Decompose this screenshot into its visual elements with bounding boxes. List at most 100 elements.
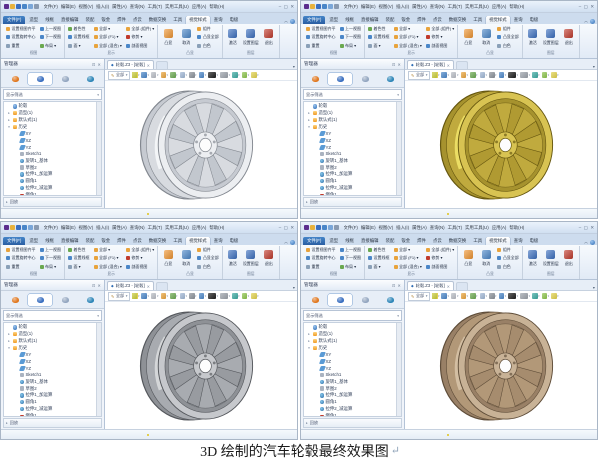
ribbon-button[interactable]: 设置旋转中心 bbox=[4, 254, 38, 262]
model-canvas[interactable] bbox=[405, 81, 597, 208]
window-control-button[interactable]: ✕ bbox=[590, 1, 594, 12]
ribbon-button[interactable]: 退出 bbox=[560, 25, 578, 50]
tree-item[interactable]: XY bbox=[305, 130, 401, 137]
tree-expander-icon[interactable]: ▾ bbox=[307, 346, 311, 350]
menu-item[interactable]: 属性(A) bbox=[412, 222, 427, 233]
tree-item[interactable]: 轮毂 bbox=[305, 324, 401, 331]
tree-item[interactable]: YZ bbox=[5, 365, 101, 372]
manager-tab[interactable] bbox=[78, 294, 102, 306]
tree-item[interactable]: YZ bbox=[5, 144, 101, 151]
viewport-tool[interactable]: ▾ bbox=[470, 293, 478, 299]
ribbon-tab[interactable]: 线框 bbox=[42, 237, 57, 246]
ribbon-tab[interactable]: 造型 bbox=[26, 16, 41, 25]
tree-item[interactable]: ▾ 历史 bbox=[305, 123, 401, 130]
ribbon-button[interactable]: 着色性 bbox=[66, 25, 92, 33]
viewport-tool[interactable]: ▾ bbox=[131, 293, 139, 299]
ribbon-button[interactable]: 全部 (组件) ▾ bbox=[124, 25, 156, 33]
display-filter-dropdown[interactable]: 显示筛选 ▾ bbox=[303, 89, 402, 100]
viewport-tool[interactable]: ▾ bbox=[241, 293, 249, 299]
ribbon-button[interactable]: 面 ▾ bbox=[66, 263, 92, 271]
ribbon-button[interactable]: 下一视图 bbox=[338, 33, 364, 41]
ribbon-button[interactable]: 凸显 bbox=[459, 25, 477, 50]
ribbon-button[interactable]: 着色性 bbox=[66, 246, 92, 254]
tree-item[interactable]: Sketch1 bbox=[5, 372, 101, 379]
menu-item[interactable]: 插入(I) bbox=[96, 1, 109, 12]
menu-item[interactable]: 帮助(H) bbox=[209, 222, 224, 233]
tree-expander-icon[interactable]: ▾ bbox=[7, 346, 11, 350]
viewport-tool[interactable]: ▾ bbox=[489, 293, 497, 299]
quick-access-icon[interactable] bbox=[334, 225, 339, 230]
ribbon-tab[interactable]: 造型 bbox=[326, 237, 341, 246]
ribbon-button[interactable]: 下一视图 bbox=[38, 33, 64, 41]
ribbon-button[interactable]: 着色性 bbox=[366, 25, 392, 33]
menu-item[interactable]: 查询(N) bbox=[430, 222, 445, 233]
ribbon-tab[interactable]: 焊件 bbox=[114, 16, 129, 25]
viewport-tool[interactable]: ▾ bbox=[198, 72, 206, 78]
ribbon-button[interactable]: 全部 (混合) ▾ bbox=[92, 263, 124, 271]
viewport-tool[interactable]: ▾ bbox=[241, 72, 249, 78]
ribbon-button[interactable]: 退出 bbox=[560, 246, 578, 271]
menu-item[interactable]: 插入(I) bbox=[396, 222, 409, 233]
ribbon-button[interactable]: 凸显 bbox=[159, 246, 177, 271]
history-replay-bar[interactable]: ▸ 回放 bbox=[303, 418, 402, 428]
manager-tab[interactable] bbox=[53, 73, 77, 85]
tree-item[interactable]: ▸ 默认式(1) bbox=[5, 117, 101, 124]
ribbon-button[interactable]: 激活 bbox=[524, 246, 542, 271]
menu-item[interactable]: 查询(N) bbox=[430, 1, 445, 12]
tree-item[interactable]: ▸ 造型(1) bbox=[305, 331, 401, 338]
ribbon-tab[interactable]: 装配 bbox=[83, 16, 98, 25]
menu-item[interactable]: 编辑(E) bbox=[61, 222, 76, 233]
viewport-tool[interactable]: ▾ bbox=[251, 72, 259, 78]
ribbon-button[interactable]: 设置视图齐平 bbox=[4, 246, 38, 254]
ribbon-button[interactable]: 全部 (组件) ▾ bbox=[424, 246, 456, 254]
ribbon-button[interactable]: 全部 (混合) ▾ bbox=[392, 42, 424, 50]
viewport-tool[interactable]: ▾ bbox=[208, 72, 218, 78]
ribbon-button[interactable]: 组件 bbox=[495, 25, 521, 33]
tree-item[interactable]: 圆角1 bbox=[5, 399, 101, 406]
ribbon-button[interactable]: 剖面视图 bbox=[424, 263, 456, 271]
viewport-tool[interactable]: ▾ bbox=[170, 293, 178, 299]
quick-access-icon[interactable] bbox=[10, 4, 15, 9]
viewport-tool[interactable]: ▾ bbox=[450, 293, 459, 299]
manager-tab[interactable] bbox=[78, 73, 102, 85]
quick-access-icon[interactable] bbox=[28, 4, 33, 9]
tree-item[interactable]: 拉伸1_加运算 bbox=[305, 392, 401, 399]
ribbon-tab[interactable]: 视觉样式 bbox=[486, 15, 510, 24]
viewport-tool[interactable]: ▾ bbox=[498, 72, 506, 78]
viewport-tool[interactable]: ▾ bbox=[532, 72, 540, 78]
manager-tab[interactable] bbox=[353, 73, 377, 85]
viewport-tool[interactable]: ▾ bbox=[189, 72, 197, 78]
viewport-tool[interactable]: ▾ bbox=[220, 293, 230, 299]
ribbon-tab[interactable]: 电极 bbox=[527, 16, 542, 25]
viewport-tool[interactable]: ▾ bbox=[441, 293, 449, 299]
ribbon-button[interactable]: 设置视图齐平 bbox=[4, 25, 38, 33]
tree-item[interactable]: 拉伸2_减运算 bbox=[305, 406, 401, 413]
ribbon-button[interactable]: 布局 ▾ bbox=[338, 263, 364, 271]
menu-item[interactable]: 视图(V) bbox=[79, 1, 94, 12]
menu-item[interactable]: 工具(T) bbox=[448, 1, 462, 12]
tree-expander-icon[interactable]: ▸ bbox=[307, 332, 311, 336]
manager-tab[interactable] bbox=[28, 293, 52, 306]
tree-item[interactable]: 草图2 bbox=[305, 164, 401, 171]
menu-item[interactable]: 查询(N) bbox=[130, 1, 145, 12]
viewport-tool[interactable]: ▾ bbox=[179, 293, 187, 299]
quick-access-icon[interactable] bbox=[34, 4, 39, 9]
tree-item[interactable]: ▸ 默认式(1) bbox=[305, 338, 401, 345]
ribbon-button[interactable]: 组件 bbox=[495, 246, 521, 254]
viewport-tool[interactable]: ▾ bbox=[150, 72, 159, 78]
tree-item[interactable]: 拉伸1_加运算 bbox=[5, 171, 101, 178]
ribbon-button[interactable]: 剖面视图 bbox=[124, 263, 156, 271]
tree-item[interactable]: 拉伸1_加运算 bbox=[5, 392, 101, 399]
ribbon-button[interactable]: 上一视图 bbox=[38, 25, 64, 33]
menu-item[interactable]: 应用(A) bbox=[492, 1, 507, 12]
close-tab-icon[interactable]: ✕ bbox=[447, 63, 450, 68]
entity-filter-dropdown[interactable]: ✎ 全部 ▾ bbox=[408, 291, 431, 301]
manager-tab[interactable] bbox=[303, 73, 327, 85]
tree-expander-icon[interactable]: ▸ bbox=[307, 118, 311, 122]
menu-item[interactable]: 属性(A) bbox=[112, 222, 127, 233]
tree-item[interactable]: ▸ 默认式(1) bbox=[5, 338, 101, 345]
quick-access-icon[interactable] bbox=[304, 4, 309, 9]
ribbon-button[interactable]: 白色 bbox=[495, 263, 521, 271]
tree-item[interactable]: ▸ 造型(1) bbox=[305, 110, 401, 117]
tree-item[interactable]: ▸ 造型(1) bbox=[5, 110, 101, 117]
